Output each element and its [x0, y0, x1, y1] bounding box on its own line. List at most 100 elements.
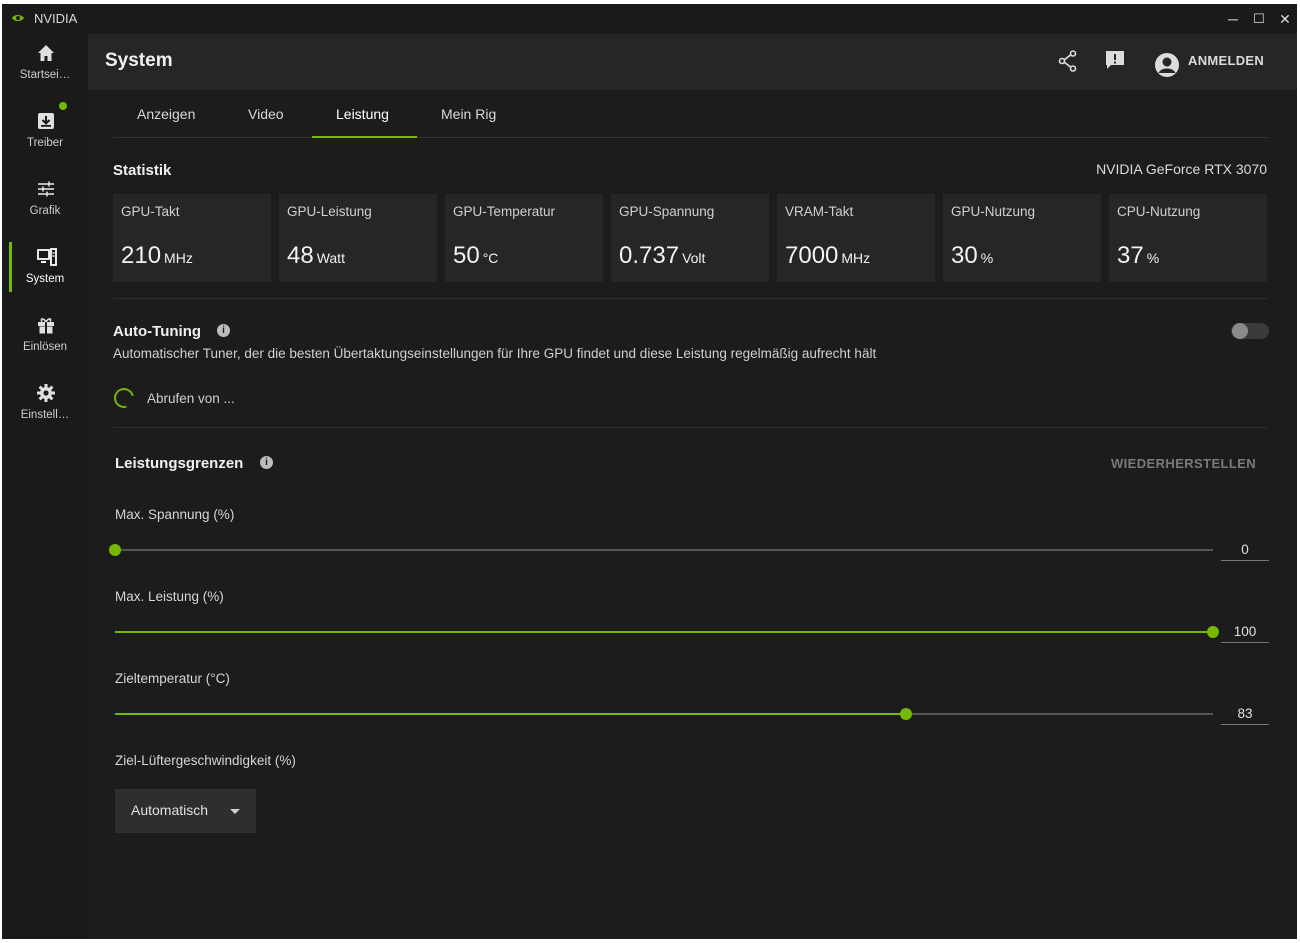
- app-window: NVIDIA ─ ☐ ✕ Startsei… Treiber Grafik Sy…: [2, 4, 1297, 939]
- slider-thumb[interactable]: [109, 544, 121, 556]
- stat-value: 0.737 Volt: [619, 242, 706, 269]
- caret-down-icon: [230, 809, 240, 814]
- gift-icon: [38, 318, 54, 334]
- stat-card-gpu-usage: GPU-Nutzung 30%: [943, 194, 1101, 282]
- stat-card-vram-clock: VRAM-Takt 7000 MHz: [777, 194, 935, 282]
- close-button[interactable]: ✕: [1274, 9, 1296, 29]
- auto-tuning-toggle[interactable]: [1231, 323, 1269, 339]
- sidebar-item-system[interactable]: System: [2, 238, 88, 306]
- stat-card-gpu-clock: GPU-Takt 210 MHz: [113, 194, 271, 282]
- sidebar-item-home[interactable]: Startsei…: [2, 34, 88, 102]
- login-button[interactable]: ANMELDEN: [1188, 53, 1264, 68]
- sidebar-item-settings[interactable]: Einstell…: [2, 374, 88, 442]
- restore-button[interactable]: WIEDERHERSTELLEN: [1111, 456, 1256, 471]
- info-icon[interactable]: i: [217, 324, 230, 337]
- avatar-icon[interactable]: [1154, 52, 1180, 78]
- dropdown-value: Automatisch: [131, 802, 209, 818]
- stat-unit: MHz: [841, 250, 871, 266]
- sidebar-item-label: System: [25, 273, 65, 285]
- sidebar-item-label: Startsei…: [19, 69, 71, 81]
- loading-text: Abrufen von ...: [147, 391, 235, 406]
- slider-label-target-temp: Zieltemperatur (°C): [115, 671, 230, 686]
- driver-download-icon: [38, 113, 54, 129]
- system-icon: [37, 248, 57, 266]
- stat-card-gpu-power: GPU-Leistung 48 Watt: [279, 194, 437, 282]
- fan-speed-dropdown[interactable]: Automatisch: [115, 789, 256, 833]
- stat-value: 210 MHz: [121, 242, 193, 269]
- nvidia-logo-icon: [12, 15, 24, 21]
- stat-unit: °C: [482, 250, 499, 266]
- slider-fill: [115, 631, 1213, 633]
- stat-label: GPU-Takt: [121, 204, 180, 219]
- stat-value: 7000 MHz: [785, 242, 871, 269]
- max-power-slider[interactable]: [115, 626, 1219, 638]
- sliders-icon: [38, 181, 54, 197]
- page-header: System ANMELDEN: [88, 34, 1297, 90]
- stat-unit: Watt: [316, 250, 345, 266]
- sidebar-item-label: Einlösen: [22, 341, 68, 353]
- auto-tuning-description: Automatischer Tuner, der die besten Über…: [113, 346, 877, 361]
- stat-label: GPU-Nutzung: [951, 204, 1036, 219]
- stat-card-gpu-voltage: GPU-Spannung 0.737 Volt: [611, 194, 769, 282]
- share-icon[interactable]: [1058, 50, 1078, 72]
- stat-label: VRAM-Takt: [785, 204, 854, 219]
- gpu-name: NVIDIA GeForce RTX 3070: [1096, 161, 1267, 177]
- tab-display[interactable]: Anzeigen: [137, 106, 195, 122]
- sidebar-item-graphics[interactable]: Grafik: [2, 170, 88, 238]
- stat-card-gpu-temperature: GPU-Temperatur 50 °C: [445, 194, 603, 282]
- statistics-title: Statistik: [113, 162, 172, 179]
- stat-value: 37%: [1117, 242, 1160, 269]
- stat-value: 50 °C: [453, 242, 499, 269]
- sidebar-item-label: Einstell…: [20, 409, 70, 421]
- target-temp-value[interactable]: 83: [1221, 704, 1269, 725]
- power-limits-title: Leistungsgrenzen: [115, 455, 244, 472]
- maximize-button[interactable]: ☐: [1248, 9, 1270, 29]
- sidebar-item-label: Grafik: [29, 205, 61, 217]
- toggle-knob: [1232, 323, 1248, 339]
- stat-label: CPU-Nutzung: [1117, 204, 1201, 219]
- sidebar: Startsei… Treiber Grafik System Einlösen…: [2, 34, 88, 939]
- auto-tuning-title: Auto-Tuning: [113, 323, 202, 340]
- stat-card-cpu-usage: CPU-Nutzung 37%: [1109, 194, 1267, 282]
- stat-label: GPU-Spannung: [619, 204, 715, 219]
- max-voltage-slider[interactable]: [109, 544, 1213, 556]
- stat-label: GPU-Temperatur: [453, 204, 556, 219]
- fan-speed-label: Ziel-Lüftergeschwindigkeit (%): [115, 753, 296, 768]
- slider-fill: [115, 713, 906, 715]
- sidebar-item-drivers[interactable]: Treiber: [2, 102, 88, 170]
- info-icon[interactable]: i: [260, 456, 273, 469]
- main-content: Anzeigen Video Leistung Mein Rig Statist…: [88, 90, 1297, 939]
- feedback-icon[interactable]: [1105, 50, 1125, 70]
- slider-label-max-power: Max. Leistung (%): [115, 589, 224, 604]
- stat-value: 48 Watt: [287, 242, 345, 269]
- gear-icon: [37, 384, 55, 402]
- slider-thumb[interactable]: [899, 708, 912, 720]
- stat-value: 30%: [951, 242, 994, 269]
- tab-performance[interactable]: Leistung: [336, 106, 389, 122]
- update-badge: [59, 102, 67, 110]
- sidebar-item-redeem[interactable]: Einlösen: [2, 306, 88, 374]
- tab-my-rig[interactable]: Mein Rig: [441, 106, 496, 122]
- window-title: NVIDIA: [34, 11, 78, 26]
- max-voltage-value[interactable]: 0: [1221, 540, 1269, 561]
- stat-unit: Volt: [682, 250, 706, 266]
- max-power-value[interactable]: 100: [1221, 622, 1269, 643]
- sidebar-item-label: Treiber: [27, 137, 63, 149]
- page-title: System: [105, 50, 173, 71]
- stat-unit: %: [1146, 250, 1160, 266]
- slider-thumb[interactable]: [1207, 626, 1219, 638]
- minimize-button[interactable]: ─: [1222, 9, 1244, 29]
- divider: [113, 298, 1268, 299]
- tab-video[interactable]: Video: [248, 106, 284, 122]
- divider: [113, 427, 1268, 428]
- slider-label-max-voltage: Max. Spannung (%): [115, 507, 235, 522]
- tab-bar: Anzeigen Video Leistung Mein Rig: [113, 90, 1268, 138]
- stat-label: GPU-Leistung: [287, 204, 372, 219]
- loading-spinner-icon: [110, 384, 138, 412]
- title-bar: NVIDIA ─ ☐ ✕: [2, 4, 1297, 34]
- stat-unit: %: [980, 250, 994, 266]
- stat-unit: MHz: [164, 250, 193, 266]
- target-temp-slider[interactable]: [115, 708, 1213, 720]
- active-tab-indicator: [312, 136, 417, 138]
- home-icon: [38, 45, 54, 61]
